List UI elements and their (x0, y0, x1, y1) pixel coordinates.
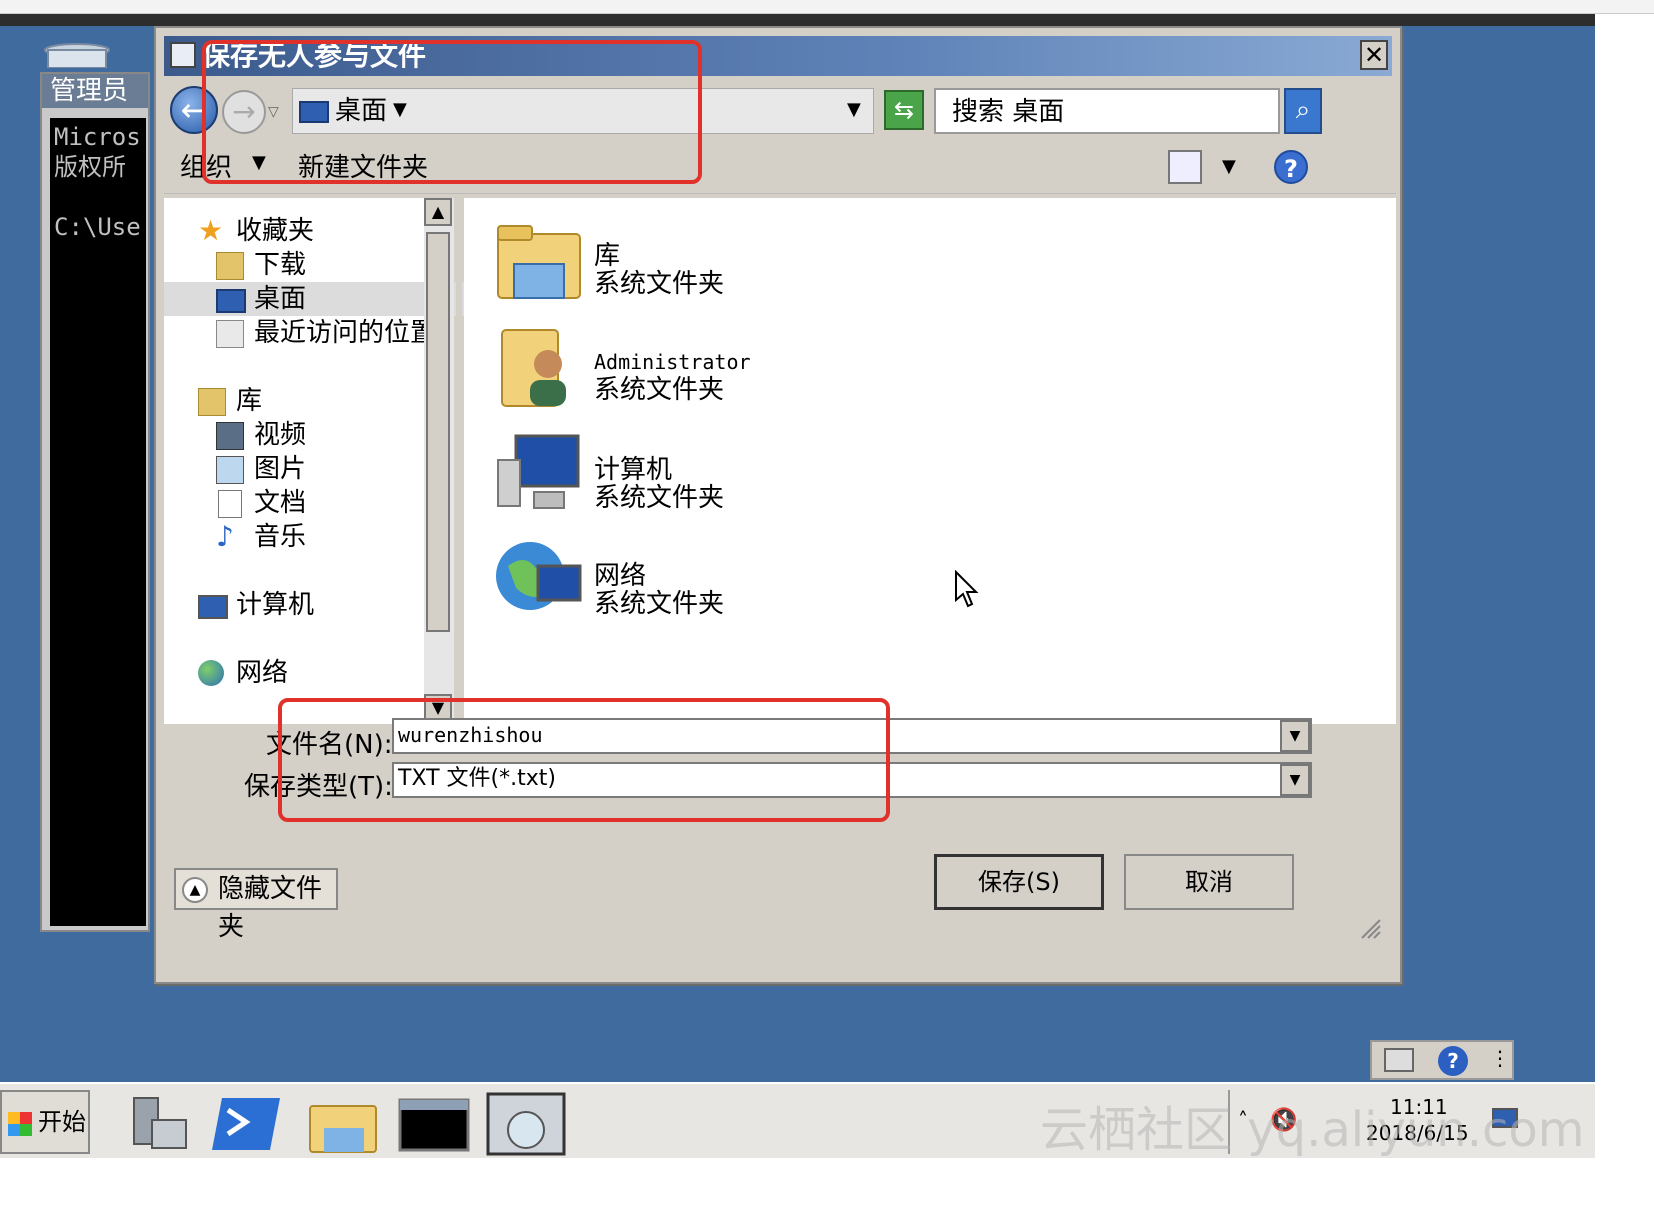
setup-manager-icon[interactable] (486, 1092, 566, 1156)
item-name: 计算机 (594, 455, 673, 485)
nav-libraries[interactable]: 库 (194, 384, 262, 418)
nav-pictures[interactable]: 图片 (212, 452, 306, 486)
dialog-icon (170, 42, 196, 68)
search-input[interactable]: 搜索 桌面 (934, 88, 1280, 134)
annotation-box-filename (278, 698, 890, 822)
network-globe-icon (496, 542, 582, 610)
item-desc: 系统文件夹 (594, 589, 725, 619)
hide-folders-label: 隐藏文件夹 (218, 874, 323, 942)
hide-folders-button[interactable]: ▲ 隐藏文件夹 (174, 868, 338, 942)
filename-dropdown-icon[interactable]: ▼ (1280, 720, 1310, 752)
search-placeholder: 搜索 桌面 (952, 97, 1065, 127)
item-name: Administrator (594, 350, 751, 374)
console-window[interactable]: 管理员 Micros 版权所 C:\Use (40, 72, 150, 932)
libraries-icon (198, 388, 226, 416)
pane-splitter[interactable] (456, 198, 462, 724)
music-note-icon: ♪ (216, 520, 234, 553)
view-dropdown-icon[interactable]: ▼ (1222, 156, 1236, 177)
nav-network-label: 网络 (236, 658, 289, 688)
item-desc: 系统文件夹 (594, 483, 725, 513)
explorer-folder-icon[interactable] (304, 1092, 384, 1156)
save-button[interactable]: 保存(S) (934, 854, 1104, 910)
nav-computer[interactable]: 计算机 (194, 588, 314, 622)
documents-icon (218, 490, 242, 518)
bottom-margin (0, 1158, 1654, 1220)
nav-recent-places[interactable]: 最近访问的位置 (212, 316, 436, 350)
list-item[interactable]: Administrator 系统文件夹 (494, 322, 894, 422)
nav-recent-label: 最近访问的位置 (254, 318, 437, 348)
downloads-folder-icon (216, 252, 244, 280)
scroll-thumb[interactable] (426, 232, 450, 632)
server-manager-icon[interactable] (120, 1092, 200, 1156)
item-desc: 系统文件夹 (594, 269, 725, 299)
nav-music[interactable]: ♪ 音乐 (212, 520, 306, 554)
nav-documents[interactable]: 文档 (212, 486, 306, 520)
refresh-button[interactable]: ⇆ (884, 90, 924, 130)
windows-logo-icon (8, 1112, 32, 1136)
computer-icon (198, 595, 228, 619)
view-options-icon[interactable] (1168, 150, 1202, 184)
nav-favorites-label: 收藏夹 (236, 216, 315, 246)
nav-documents-label: 文档 (254, 488, 307, 518)
scroll-up-arrow-icon[interactable]: ▲ (424, 198, 452, 226)
nav-videos-label: 视频 (254, 420, 307, 450)
item-desc: 系统文件夹 (594, 375, 725, 405)
nav-desktop-label: 桌面 (254, 284, 307, 314)
nav-network[interactable]: 网络 (194, 656, 288, 690)
annotation-box-address (202, 40, 702, 184)
videos-icon (216, 422, 244, 450)
nav-scrollbar[interactable]: ▲ ▼ (424, 198, 454, 724)
recent-places-icon (216, 320, 244, 348)
search-icon: ⌕ (1295, 95, 1311, 125)
powershell-icon[interactable] (208, 1092, 288, 1156)
search-button[interactable]: ⌕ (1284, 88, 1322, 134)
nav-downloads-label: 下载 (254, 250, 307, 280)
recycle-bin-icon[interactable] (42, 42, 112, 68)
item-name: 网络 (594, 561, 647, 591)
host-dark-strip (0, 14, 1595, 26)
list-item[interactable]: 计算机 系统文件夹 (494, 430, 894, 530)
nav-pictures-label: 图片 (254, 454, 307, 484)
user-folder-icon (501, 329, 566, 407)
navigation-pane: ★ 收藏夹 下载 桌面 最近访问的位置 库 视频 图片 文档 ♪ 音乐 计算机 … (164, 198, 516, 724)
keyboard-icon[interactable] (1384, 1048, 1414, 1072)
watermark: 云栖社区 yq.aliyun.com (1040, 1102, 1585, 1158)
host-top-bar (0, 0, 1654, 14)
help-button[interactable]: ? (1274, 150, 1308, 184)
item-name: 库 (594, 241, 621, 271)
close-button[interactable]: ✕ (1360, 40, 1388, 70)
command-prompt-icon[interactable] (394, 1092, 474, 1156)
chevron-up-icon: ▲ (182, 877, 208, 903)
list-item[interactable]: 库 系统文件夹 (494, 216, 894, 316)
mouse-pointer-icon (955, 570, 979, 608)
right-margin (1595, 14, 1654, 1220)
nav-videos[interactable]: 视频 (212, 418, 306, 452)
refresh-icon: ⇆ (893, 96, 915, 124)
nav-libraries-label: 库 (236, 386, 263, 416)
address-dropdown-icon[interactable]: ▼ (847, 99, 861, 120)
console-output: Micros 版权所 C:\Use (50, 118, 146, 926)
options-icon[interactable]: ⋮ (1490, 1046, 1510, 1070)
filetype-dropdown-icon[interactable]: ▼ (1280, 764, 1310, 796)
file-list: 库 系统文件夹 Administrator 系统文件夹 计算机 系统文件夹 网络… (464, 198, 1396, 724)
cancel-button[interactable]: 取消 (1124, 854, 1294, 910)
computer-icon (497, 434, 580, 509)
start-button[interactable]: 开始 (0, 1090, 90, 1154)
nav-music-label: 音乐 (254, 522, 307, 552)
help-icon[interactable]: ? (1438, 1046, 1468, 1076)
resize-grip-icon[interactable] (1356, 914, 1382, 940)
nav-favorites[interactable]: ★ 收藏夹 (194, 214, 314, 248)
star-icon: ★ (198, 214, 224, 247)
desktop-icon (216, 289, 246, 313)
library-folder-icon (497, 225, 581, 299)
start-label: 开始 (38, 1108, 86, 1136)
network-globe-icon (198, 660, 224, 686)
nav-computer-label: 计算机 (236, 590, 315, 620)
nav-downloads[interactable]: 下载 (212, 248, 306, 282)
console-title: 管理员 (42, 74, 148, 108)
pictures-icon (216, 456, 244, 484)
list-item[interactable]: 网络 系统文件夹 (494, 536, 894, 636)
language-bar[interactable]: ? ⋮ (1370, 1040, 1514, 1080)
